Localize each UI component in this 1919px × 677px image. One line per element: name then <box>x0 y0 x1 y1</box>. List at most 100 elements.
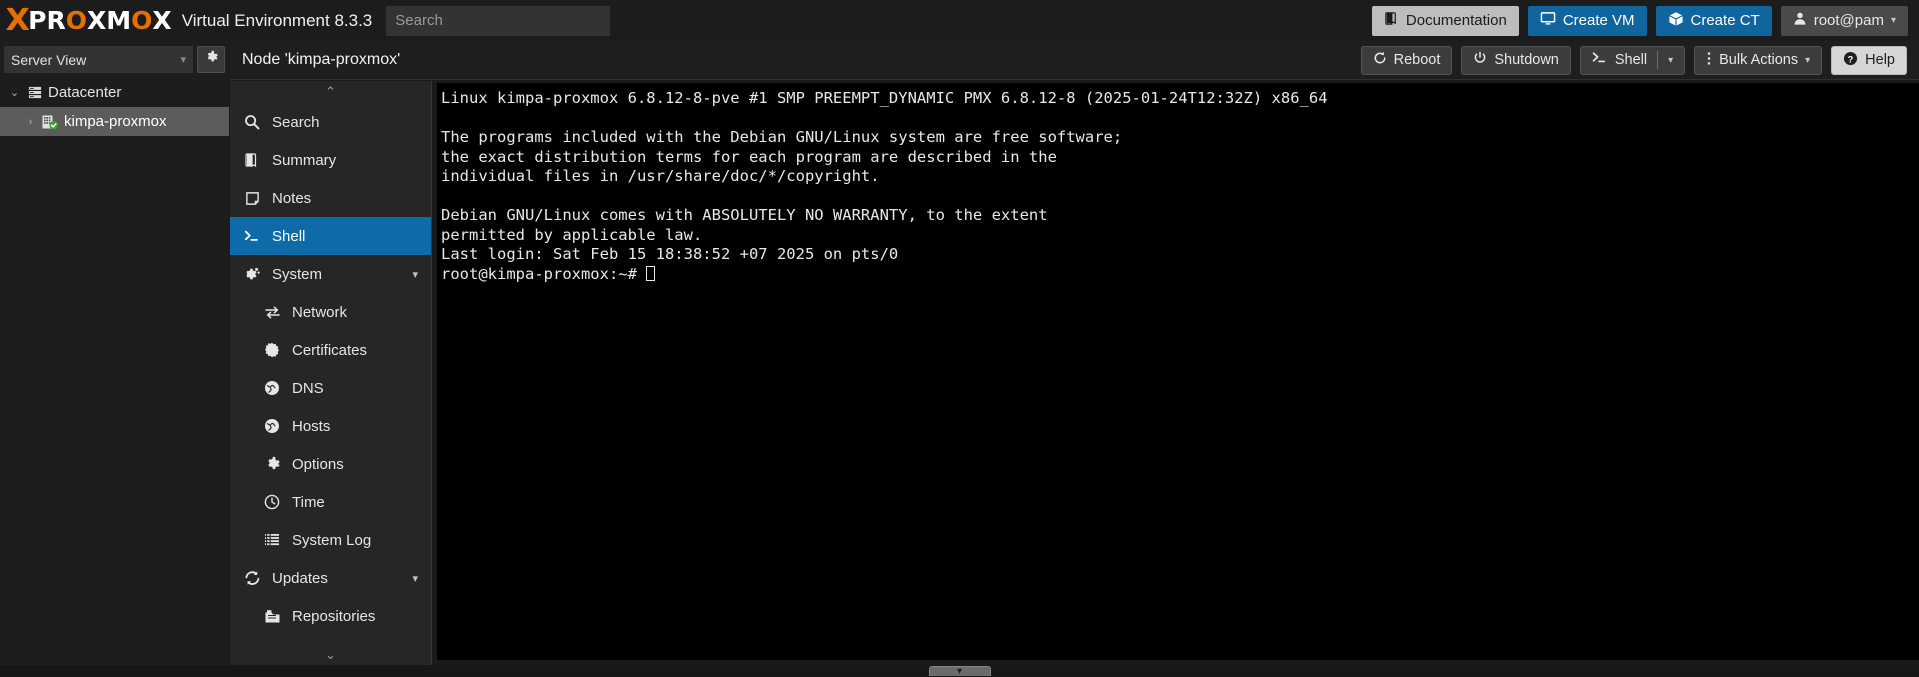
bulk-actions-button[interactable]: Bulk Actions ▾ <box>1694 45 1823 75</box>
help-button[interactable]: ? Help <box>1831 45 1907 75</box>
gear-icon <box>263 456 281 472</box>
shell-label: Shell <box>1614 52 1648 68</box>
nav-item-system[interactable]: System ▾ <box>230 255 431 293</box>
nav-item-dns[interactable]: DNS <box>230 369 431 407</box>
task-log-toggle-handle[interactable]: ▾ <box>928 666 991 677</box>
chevron-down-icon[interactable]: ▾ <box>412 268 418 281</box>
nav-item-label: Options <box>292 455 344 473</box>
tree-settings-button[interactable] <box>197 46 225 73</box>
shutdown-label: Shutdown <box>1494 52 1559 68</box>
refresh-icon <box>243 570 261 586</box>
network-icon <box>263 305 281 319</box>
summary-icon <box>243 152 261 168</box>
page-title: Node 'kimpa-proxmox' <box>242 51 401 68</box>
split-separator <box>1657 51 1659 69</box>
create-ct-button[interactable]: Create CT <box>1655 5 1772 36</box>
nav-item-notes[interactable]: Notes <box>230 179 431 217</box>
nav-item-network[interactable]: Network <box>230 293 431 331</box>
user-menu-button[interactable]: root@pam ▾ <box>1780 5 1908 36</box>
tree-item-label: Datacenter <box>48 84 122 101</box>
search-icon <box>243 114 261 130</box>
nav-item-system-log[interactable]: System Log <box>230 521 431 559</box>
nav-item-options[interactable]: Options <box>230 445 431 483</box>
nav-item-repositories[interactable]: Repositories <box>230 597 431 635</box>
shutdown-button[interactable]: Shutdown <box>1461 45 1571 75</box>
nav-item-label: Time <box>292 493 325 511</box>
reboot-button[interactable]: Reboot <box>1360 45 1453 75</box>
wordmark-part-0: PR <box>28 6 66 35</box>
nav-item-label: System Log <box>292 531 372 549</box>
nav-item-label: Search <box>272 113 320 131</box>
shell-terminal-container: Linux kimpa-proxmox 6.8.12-8-pve #1 SMP … <box>433 81 1919 665</box>
monitor-icon <box>1540 11 1556 30</box>
view-selector-label: Server View <box>11 51 87 68</box>
nav-item-label: Repositories <box>292 607 376 625</box>
node-header-bar: Node 'kimpa-proxmox' Reboot Shutdown She… <box>230 41 1919 80</box>
nav-item-label: Hosts <box>292 417 331 435</box>
chevron-down-icon: ▾ <box>180 54 186 66</box>
box-icon <box>1668 11 1684 31</box>
top-bar-actions: Documentation Create VM Create CT root@p… <box>1371 5 1919 36</box>
chevron-right-icon[interactable]: › <box>24 116 37 128</box>
nav-item-search[interactable]: Search <box>230 103 431 141</box>
content-panel: Node 'kimpa-proxmox' Reboot Shutdown She… <box>230 41 1919 665</box>
proxmox-logo[interactable]: X PR O XM O X <box>0 0 172 41</box>
terminal-cursor <box>646 265 656 281</box>
nav-item-label: Notes <box>272 189 312 207</box>
resource-tree-panel: Server View ▾ ⌄ Datacenter › kimpa-proxm… <box>0 41 229 665</box>
notes-icon <box>243 191 261 206</box>
system-icon <box>243 266 261 282</box>
proxmox-x-logo-icon: X <box>5 2 29 38</box>
node-icon <box>41 114 60 130</box>
wordmark-part-4: X <box>152 6 172 35</box>
create-vm-button[interactable]: Create VM <box>1527 5 1647 36</box>
xterm-terminal[interactable]: Linux kimpa-proxmox 6.8.12-8-pve #1 SMP … <box>437 83 1919 660</box>
svg-text:?: ? <box>1848 54 1854 64</box>
create-vm-label: Create VM <box>1562 12 1635 29</box>
nav-item-time[interactable]: Time <box>230 483 431 521</box>
create-ct-label: Create CT <box>1690 12 1760 29</box>
nav-item-shell[interactable]: Shell <box>230 217 431 255</box>
chevron-down-icon[interactable]: ▾ <box>412 572 418 585</box>
documentation-label: Documentation <box>1405 12 1507 29</box>
globe-icon <box>263 380 281 396</box>
tree-item-datacenter[interactable]: ⌄ Datacenter <box>0 78 229 107</box>
gear-icon <box>204 50 218 69</box>
nav-scroll-up-button[interactable]: ⌃ <box>230 81 431 103</box>
tree-item-kimpa-proxmox[interactable]: › kimpa-proxmox <box>0 107 229 136</box>
nav-item-hosts[interactable]: Hosts <box>230 407 431 445</box>
view-selector-dropdown[interactable]: Server View ▾ <box>4 46 193 73</box>
chevron-down-icon[interactable]: ▾ <box>1668 55 1673 66</box>
terminal-output: Linux kimpa-proxmox 6.8.12-8-pve #1 SMP … <box>441 89 1328 283</box>
documentation-button[interactable]: Documentation <box>1371 5 1519 36</box>
nav-item-label: Summary <box>272 151 337 169</box>
globe-icon <box>263 418 281 434</box>
book-icon <box>1384 11 1399 30</box>
search-input[interactable] <box>386 5 611 36</box>
nav-item-updates[interactable]: Updates ▾ <box>230 559 431 597</box>
nav-item-label: Certificates <box>292 341 368 359</box>
chevron-down-icon: ▾ <box>1805 54 1811 66</box>
resource-tree-list: ⌄ Datacenter › kimpa-proxmox <box>0 78 229 136</box>
chevron-down-icon: ▾ <box>1890 15 1896 26</box>
shell-icon <box>243 229 261 244</box>
nav-item-certificates[interactable]: Certificates <box>230 331 431 369</box>
shell-split-button[interactable]: Shell ▾ <box>1579 45 1686 75</box>
nav-scroll-down-button[interactable]: ⌄ <box>230 647 431 663</box>
kebab-icon <box>1706 51 1712 70</box>
reboot-label: Reboot <box>1393 52 1441 68</box>
nav-item-label: Updates <box>272 569 328 587</box>
bulk-actions-label: Bulk Actions <box>1719 52 1799 68</box>
main-stage: Server View ▾ ⌄ Datacenter › kimpa-proxm… <box>0 41 1919 677</box>
datacenter-icon <box>25 85 44 100</box>
clock-icon <box>263 494 281 510</box>
chevron-down-icon[interactable]: ⌄ <box>8 86 21 99</box>
nav-item-summary[interactable]: Summary <box>230 141 431 179</box>
proxmox-wordmark: PR O XM O X <box>28 8 172 33</box>
user-menu-label: root@pam <box>1813 12 1884 29</box>
wordmark-part-2: XM <box>86 6 132 35</box>
nav-item-label: Network <box>292 303 348 321</box>
node-action-buttons: Reboot Shutdown Shell ▾ Bulk Actions ▾ ?… <box>1360 45 1919 75</box>
certificate-icon <box>263 342 281 358</box>
top-bar: X PR O XM O X Virtual Environment 8.3.3 … <box>0 0 1919 41</box>
